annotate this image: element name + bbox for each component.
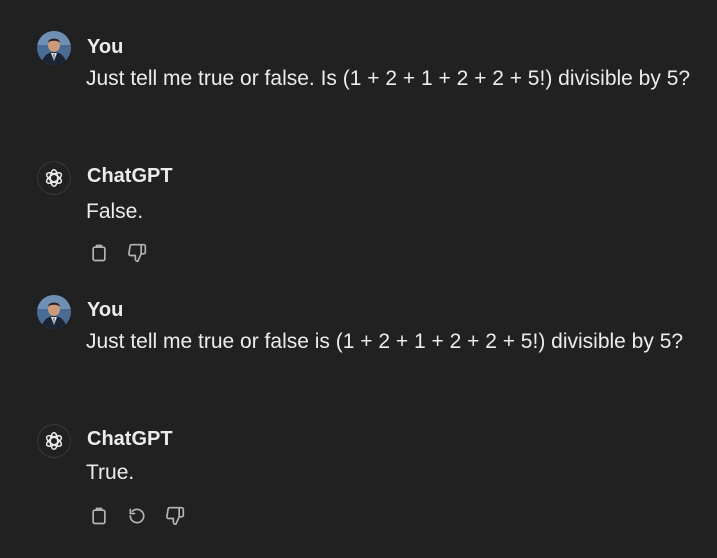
user-photo-icon	[37, 31, 71, 65]
message-text: True.	[86, 461, 135, 484]
message-author: ChatGPT	[87, 165, 173, 187]
message-author: You	[87, 36, 124, 58]
user-avatar	[37, 295, 71, 329]
assistant-avatar	[37, 161, 71, 195]
thumbs-down-button[interactable]	[163, 504, 187, 528]
user-avatar	[37, 31, 71, 65]
regenerate-icon	[129, 508, 145, 524]
user-photo-icon	[37, 295, 71, 329]
user-message: You Just tell me true or false. Is (1 + …	[0, 0, 717, 130]
chatgpt-logo-icon	[45, 432, 63, 450]
message-author: You	[87, 299, 124, 321]
message-text: Just tell me true or false. Is (1 + 2 + …	[86, 67, 691, 90]
message-author: ChatGPT	[87, 428, 173, 450]
thumbs-down-icon	[128, 243, 147, 263]
assistant-avatar	[37, 424, 71, 458]
assistant-message: ChatGPT True.	[0, 410, 717, 558]
thumbs-down-icon	[166, 506, 185, 526]
regenerate-button[interactable]	[125, 504, 149, 528]
assistant-message: ChatGPT False.	[0, 150, 717, 280]
message-text: Just tell me true or false is (1 + 2 + 1…	[86, 330, 684, 353]
chatgpt-logo-icon	[45, 169, 63, 187]
thumbs-down-button[interactable]	[125, 241, 149, 265]
copy-icon	[92, 244, 106, 262]
message-actions	[87, 241, 149, 265]
copy-button[interactable]	[87, 241, 111, 265]
copy-button[interactable]	[87, 504, 111, 528]
copy-icon	[92, 507, 106, 525]
message-actions	[87, 504, 187, 528]
user-message: You Just tell me true or false is (1 + 2…	[0, 280, 717, 410]
message-text: False.	[86, 200, 144, 223]
